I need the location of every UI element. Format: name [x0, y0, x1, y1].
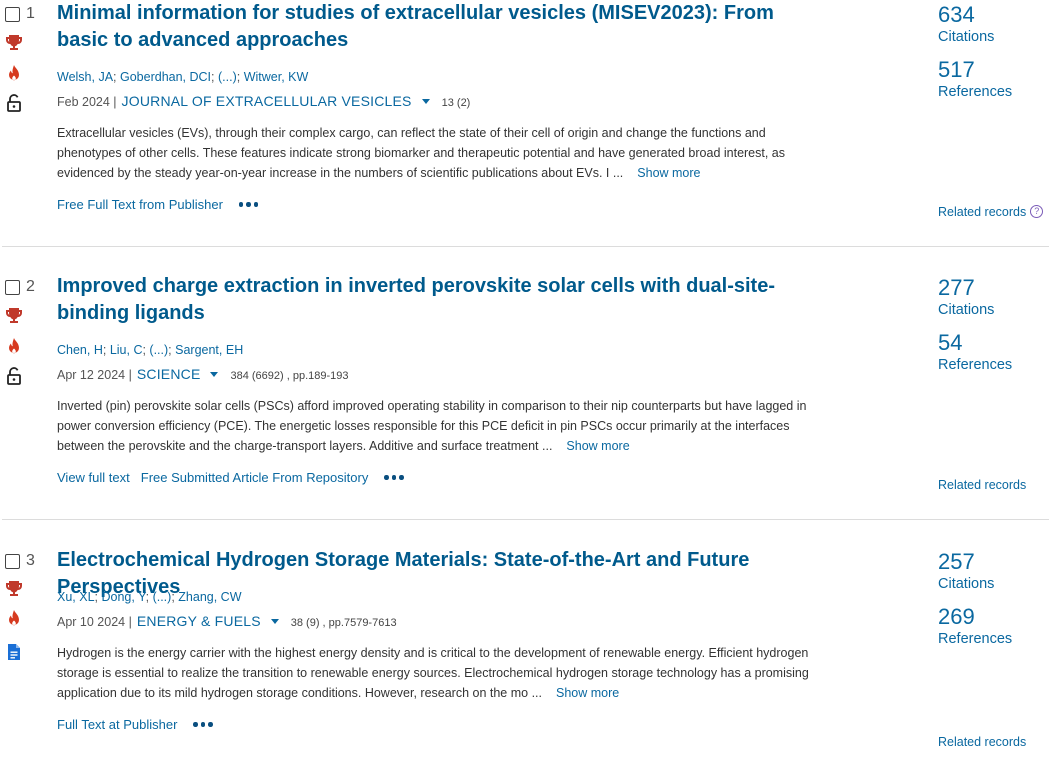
record-title[interactable]: Improved charge extraction in inverted p… — [57, 273, 797, 327]
help-icon[interactable]: ? — [1030, 204, 1044, 218]
record-number: 3 — [26, 552, 35, 569]
citations-count[interactable]: 277 — [938, 275, 975, 301]
journal-link[interactable]: SCIENCE — [137, 366, 201, 382]
author-link[interactable]: Dong, Y — [101, 590, 145, 604]
journal-dropdown-caret-icon[interactable] — [421, 99, 430, 104]
publication-info: Apr 12 2024 | SCIENCE 384 (6692) , pp.18… — [57, 366, 349, 382]
show-more-link[interactable]: Show more — [556, 686, 619, 700]
show-more-link[interactable]: Show more — [566, 439, 629, 453]
author-list: Welsh, JA; Goberdhan, DCI; (...); Witwer… — [57, 70, 309, 84]
select-checkbox[interactable] — [5, 554, 20, 569]
record-title[interactable]: Minimal information for studies of extra… — [57, 0, 797, 54]
trophy-icon — [5, 306, 23, 324]
publication-date: Apr 10 2024 | — [57, 615, 132, 629]
author-link[interactable]: Witwer, KW — [244, 70, 309, 84]
author-link[interactable]: Sargent, EH — [175, 343, 243, 357]
references-count[interactable]: 517 — [938, 57, 975, 83]
full-text-link[interactable]: Free Full Text from Publisher — [57, 197, 223, 212]
journal-link[interactable]: ENERGY & FUELS — [137, 613, 261, 629]
related-records-link[interactable]: Related records? — [938, 204, 1044, 220]
abstract-text: Inverted (pin) perovskite solar cells (P… — [57, 399, 807, 453]
select-checkbox[interactable] — [5, 280, 20, 295]
journal-link[interactable]: JOURNAL OF EXTRACELLULAR VESICLES — [122, 93, 412, 109]
open-access-icon — [5, 94, 23, 112]
author-link[interactable]: Zhang, CW — [178, 590, 241, 604]
divider — [2, 519, 1049, 520]
related-records-link[interactable]: Related records — [938, 735, 1026, 749]
publication-date: Feb 2024 | — [57, 95, 117, 109]
hot-paper-icon — [5, 610, 23, 628]
related-records-link[interactable]: Related records — [938, 478, 1026, 492]
journal-dropdown-caret-icon[interactable] — [270, 619, 279, 624]
select-checkbox[interactable] — [5, 7, 20, 22]
author-list: Xu, XL; Dong, Y; (...); Zhang, CW — [57, 590, 242, 604]
more-options-icon[interactable] — [238, 202, 259, 207]
divider — [2, 246, 1049, 247]
full-text-links: Free Full Text from Publisher — [57, 197, 259, 212]
citations-label[interactable]: Citations — [938, 302, 994, 318]
open-access-icon — [5, 367, 23, 385]
citations-label[interactable]: Citations — [938, 576, 994, 592]
author-link[interactable]: Welsh, JA — [57, 70, 113, 84]
abstract: Extracellular vesicles (EVs), through th… — [57, 123, 817, 183]
author-link[interactable]: Chen, H — [57, 343, 103, 357]
full-text-links: View full text Free Submitted Article Fr… — [57, 470, 404, 485]
full-text-link[interactable]: Full Text at Publisher — [57, 717, 177, 732]
volume-issue: 13 (2) — [441, 97, 471, 109]
author-link[interactable]: Xu, XL — [57, 590, 95, 604]
citations-label[interactable]: Citations — [938, 29, 994, 45]
references-label[interactable]: References — [938, 631, 1012, 647]
references-count[interactable]: 54 — [938, 330, 962, 356]
volume-issue: 384 (6692) , pp.189-193 — [230, 370, 349, 382]
journal-dropdown-caret-icon[interactable] — [210, 372, 219, 377]
record-number: 1 — [26, 5, 35, 22]
hot-paper-icon — [5, 65, 23, 83]
abstract: Inverted (pin) perovskite solar cells (P… — [57, 396, 817, 456]
citations-count[interactable]: 257 — [938, 549, 975, 575]
author-expand-link[interactable]: (...) — [218, 70, 237, 84]
author-expand-link[interactable]: (...) — [153, 590, 172, 604]
author-link[interactable]: Liu, C — [110, 343, 143, 357]
publication-date: Apr 12 2024 | — [57, 368, 132, 382]
citations-count[interactable]: 634 — [938, 2, 975, 28]
more-options-icon[interactable] — [193, 722, 213, 727]
hot-paper-icon — [5, 338, 23, 356]
full-text-link[interactable]: View full text — [57, 470, 130, 485]
trophy-icon — [5, 579, 23, 597]
record-number: 2 — [26, 278, 35, 295]
publication-info: Apr 10 2024 | ENERGY & FUELS 38 (9) , pp… — [57, 613, 397, 629]
full-text-links: Full Text at Publisher — [57, 717, 213, 732]
references-count[interactable]: 269 — [938, 604, 975, 630]
publication-info: Feb 2024 | JOURNAL OF EXTRACELLULAR VESI… — [57, 93, 470, 109]
author-list: Chen, H; Liu, C; (...); Sargent, EH — [57, 343, 244, 357]
references-label[interactable]: References — [938, 84, 1012, 100]
more-options-icon[interactable] — [384, 475, 404, 480]
repository-link[interactable]: Free Submitted Article From Repository — [141, 470, 369, 485]
author-link[interactable]: Goberdhan, DCI — [120, 70, 211, 84]
volume-issue: 38 (9) , pp.7579-7613 — [290, 617, 397, 629]
author-expand-link[interactable]: (...) — [149, 343, 168, 357]
show-more-link[interactable]: Show more — [637, 166, 700, 180]
abstract: Hydrogen is the energy carrier with the … — [57, 643, 817, 703]
references-label[interactable]: References — [938, 357, 1012, 373]
review-document-icon — [5, 643, 23, 661]
abstract-text: Hydrogen is the energy carrier with the … — [57, 646, 809, 700]
related-records-label[interactable]: Related records — [938, 205, 1026, 219]
trophy-icon — [5, 33, 23, 51]
